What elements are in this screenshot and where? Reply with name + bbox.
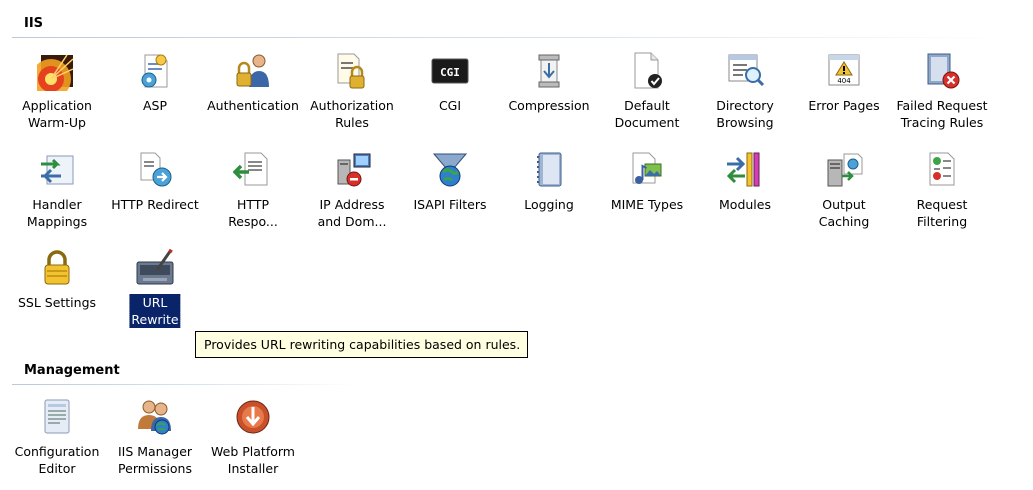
feature-error-pages[interactable]: 404 Error Pages	[795, 51, 893, 143]
management-section-divider	[12, 384, 357, 385]
feature-request-filtering[interactable]: Request Filtering	[893, 150, 991, 242]
feature-label: Output Caching	[818, 197, 870, 229]
feature-label: ISAPI Filters	[413, 197, 487, 212]
cgi-icon: CGI	[431, 58, 469, 84]
feature-handler-mappings[interactable]: Handler Mappings	[8, 150, 106, 242]
feature-label: Handler Mappings	[26, 197, 88, 229]
web-platform-installer-icon	[236, 400, 270, 434]
svg-text:CGI: CGI	[440, 66, 460, 79]
asp-icon	[141, 54, 168, 88]
feature-configuration-editor[interactable]: Configuration Editor	[8, 397, 106, 489]
feature-authorization-rules[interactable]: Authorization Rules	[303, 51, 401, 143]
feature-logging[interactable]: Logging	[500, 150, 598, 242]
feature-label: Error Pages	[808, 98, 880, 113]
ip-address-icon	[337, 153, 371, 187]
default-document-icon	[634, 52, 662, 89]
feature-asp[interactable]: ASP	[106, 51, 204, 143]
url-rewrite-tooltip: Provides URL rewriting capabilities base…	[195, 331, 528, 358]
feature-cgi[interactable]: CGI CGI	[401, 51, 499, 143]
iis-section-title: IIS	[24, 16, 44, 31]
feature-label: ASP	[142, 98, 168, 113]
management-section-header: Management	[12, 361, 1022, 385]
feature-label: Web Platform Installer	[211, 444, 295, 476]
http-redirect-icon	[140, 152, 172, 187]
feature-label: Authentication	[207, 98, 299, 113]
ssl-settings-icon	[44, 250, 70, 285]
feature-label: HTTP Respo...	[228, 197, 278, 229]
http-response-icon	[233, 152, 268, 186]
feature-label: IIS Manager Permissions	[117, 444, 193, 476]
feature-web-platform-installer[interactable]: Web Platform Installer	[204, 397, 302, 489]
management-section-title: Management	[24, 363, 120, 378]
feature-label: Failed Request Tracing Rules	[896, 98, 988, 130]
feature-label: Modules	[719, 197, 771, 212]
configuration-editor-icon	[44, 399, 70, 434]
feature-url-rewrite[interactable]: URL Rewrite	[106, 248, 204, 340]
feature-ip-address-domain[interactable]: IP Address and Dom...	[303, 150, 401, 242]
feature-label: Compression	[508, 98, 590, 113]
request-filtering-icon	[929, 152, 955, 186]
feature-label: Default Document	[614, 98, 680, 130]
feature-authentication[interactable]: Authentication	[204, 51, 302, 143]
feature-label: HTTP Redirect	[111, 197, 199, 212]
iis-section-header: IIS	[12, 14, 1022, 38]
feature-failed-request-tracing[interactable]: Failed Request Tracing Rules	[893, 51, 991, 143]
feature-label: Directory Browsing	[716, 98, 774, 130]
failed-request-icon	[927, 53, 960, 89]
feature-modules[interactable]: Modules	[696, 150, 794, 242]
authentication-icon	[236, 54, 269, 87]
logging-icon	[537, 152, 562, 187]
feature-compression[interactable]: Compression	[500, 51, 598, 143]
feature-label: Logging	[524, 197, 574, 212]
feature-application-warmup[interactable]: Application Warm-Up	[8, 51, 106, 143]
feature-iis-manager-permissions[interactable]: IIS Manager Permissions	[106, 397, 204, 489]
error-pages-icon: 404	[828, 54, 860, 86]
feature-label-selected: URL Rewrite	[128, 293, 182, 329]
feature-label: Configuration Editor	[14, 444, 100, 476]
warmup-icon	[37, 54, 74, 91]
feature-label: Authorization Rules	[310, 98, 394, 130]
authorization-icon	[337, 53, 365, 89]
feature-label: IP Address and Dom...	[317, 197, 387, 229]
directory-browsing-icon	[728, 54, 765, 87]
feature-ssl-settings[interactable]: SSL Settings	[8, 248, 106, 340]
mime-types-icon	[632, 152, 662, 184]
compression-icon	[538, 54, 560, 88]
feature-label: CGI	[438, 98, 462, 113]
isapi-filters-icon	[432, 153, 468, 187]
url-rewrite-icon	[136, 248, 174, 285]
svg-text:404: 404	[837, 77, 851, 85]
handler-mappings-icon	[41, 155, 74, 185]
feature-label: Request Filtering	[916, 197, 968, 229]
feature-label: Application Warm-Up	[22, 98, 92, 130]
output-caching-icon	[827, 153, 863, 187]
feature-label: MIME Types	[610, 197, 684, 212]
modules-icon	[726, 152, 760, 187]
feature-mime-types[interactable]: MIME Types	[598, 150, 696, 242]
iis-section-divider	[12, 37, 1012, 38]
feature-http-response-headers[interactable]: HTTP Respo...	[204, 150, 302, 242]
feature-isapi-filters[interactable]: ISAPI Filters	[401, 150, 499, 242]
feature-output-caching[interactable]: Output Caching	[795, 150, 893, 242]
feature-label: SSL Settings	[17, 295, 97, 310]
feature-http-redirect[interactable]: HTTP Redirect	[106, 150, 204, 242]
feature-directory-browsing[interactable]: Directory Browsing	[696, 51, 794, 143]
iis-manager-permissions-icon	[138, 400, 171, 435]
feature-default-document[interactable]: Default Document	[598, 51, 696, 143]
